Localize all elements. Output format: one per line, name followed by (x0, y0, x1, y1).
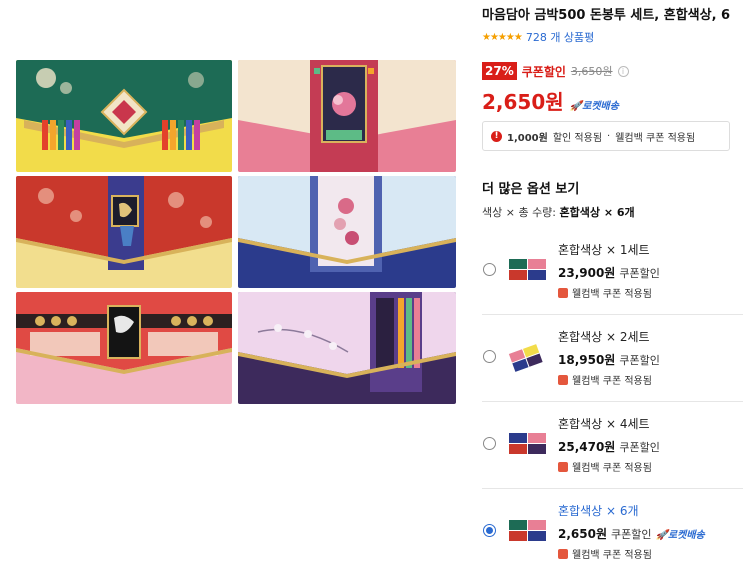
option-item[interactable]: 혼합색상 × 4세트 25,470원 쿠폰할인 웰컴백 쿠폰 적용됨 (482, 405, 743, 489)
original-price: 3,650원 (570, 65, 613, 78)
benefit-welcome: 웰컴백 쿠폰 적용됨 (615, 132, 696, 144)
product-title: 마음담아 금박500 돈봉투 세트, 혼합색상, 6 (482, 8, 731, 23)
final-price: 2,650원 (482, 90, 564, 114)
option-name: 혼합색상 × 4세트 (558, 417, 650, 431)
option-thumbnail (509, 433, 546, 454)
option-radio[interactable] (483, 350, 496, 363)
option-price: 25,470원 (558, 440, 616, 454)
option-coupon: 쿠폰할인 (619, 354, 660, 367)
option-item[interactable]: 혼합색상 × 1세트 23,900원 쿠폰할인 웰컴백 쿠폰 적용됨 (482, 231, 743, 315)
envelope-green (16, 60, 232, 172)
envelope-purple (238, 292, 456, 404)
option-welcome: 웰컴백 쿠폰 적용됨 (558, 372, 652, 387)
option-price: 18,950원 (558, 353, 616, 367)
divider (482, 314, 743, 315)
option-radio[interactable] (483, 263, 496, 276)
envelope-navy (238, 176, 456, 288)
coupon-icon (558, 374, 568, 385)
option-coupon: 쿠폰할인 (611, 528, 652, 541)
option-price-row: 23,900원 쿠폰할인 (558, 264, 660, 281)
option-summary-prefix: 색상 × 총 수량: (482, 206, 557, 219)
option-welcome-text: 웰컴백 쿠폰 적용됨 (572, 463, 652, 474)
option-price: 23,900원 (558, 266, 616, 280)
option-summary: 색상 × 총 수량: 혼합색상 × 6개 (482, 204, 635, 220)
option-thumbnail (509, 259, 546, 280)
option-rocket-badge: 🚀로켓배송 (655, 530, 705, 541)
option-coupon: 쿠폰할인 (619, 267, 660, 280)
rocket-delivery-badge: 🚀로켓배송 (569, 101, 619, 112)
option-price-row: 18,950원 쿠폰할인 (558, 351, 660, 368)
divider (482, 488, 743, 489)
benefit-amount: 1,000원 (507, 132, 548, 144)
option-welcome: 웰컴백 쿠폰 적용됨 (558, 459, 652, 474)
option-welcome-text: 웰컴백 쿠폰 적용됨 (572, 550, 652, 561)
coupon-icon (558, 461, 568, 472)
option-name: 혼합색상 × 1세트 (558, 243, 650, 257)
option-item[interactable]: 혼합색상 × 2세트 18,950원 쿠폰할인 웰컴백 쿠폰 적용됨 (482, 318, 743, 402)
envelope-pink (238, 60, 456, 172)
rating[interactable]: ★★★★★ 728 개 상품평 (482, 29, 594, 45)
divider (482, 401, 743, 402)
option-coupon: 쿠폰할인 (619, 441, 660, 454)
option-welcome-text: 웰컴백 쿠폰 적용됨 (572, 376, 652, 387)
review-count-link[interactable]: 728 개 상품평 (526, 29, 594, 45)
discount-badge: 27% (482, 62, 517, 80)
coupon-label: 쿠폰할인 (521, 64, 566, 79)
option-radio-selected[interactable] (483, 524, 496, 537)
option-summary-value: 혼합색상 × 6개 (559, 206, 635, 219)
option-welcome: 웰컴백 쿠폰 적용됨 (558, 285, 652, 300)
option-price-row: 25,470원 쿠폰할인 (558, 438, 660, 455)
option-thumbnail (509, 520, 546, 541)
info-icon[interactable]: i (617, 65, 629, 77)
option-name: 혼합색상 × 2세트 (558, 330, 650, 344)
envelope-rose (16, 292, 232, 404)
option-welcome: 웰컴백 쿠폰 적용됨 (558, 546, 652, 561)
coupon-icon (558, 548, 568, 559)
benefit-box[interactable]: ! 1,000원 할인 적용됨 · 웰컴백 쿠폰 적용됨 (482, 121, 730, 151)
benefit-separator: · (607, 130, 611, 142)
product-image[interactable] (16, 60, 456, 405)
benefit-text: 할인 적용됨 (552, 132, 603, 144)
option-item-selected[interactable]: 혼합색상 × 6개 2,650원 쿠폰할인 🚀로켓배송 웰컴백 쿠폰 적용됨 (482, 492, 743, 561)
option-radio[interactable] (483, 437, 496, 450)
final-price-row: 2,650원 🚀로켓배송 (482, 86, 619, 115)
coupon-icon (558, 287, 568, 298)
discount-row: 27% 쿠폰할인 3,650원 i (482, 62, 629, 80)
alert-icon: ! (491, 130, 502, 142)
option-thumbnail (508, 344, 543, 372)
option-welcome-text: 웰컴백 쿠폰 적용됨 (572, 289, 652, 300)
envelope-red (16, 176, 232, 288)
option-price: 2,650원 (558, 527, 607, 541)
star-rating-icon: ★★★★★ (482, 31, 523, 43)
option-name: 혼합색상 × 6개 (558, 504, 639, 518)
option-price-row: 2,650원 쿠폰할인 🚀로켓배송 (558, 525, 705, 542)
more-options-title: 더 많은 옵션 보기 (482, 182, 580, 197)
